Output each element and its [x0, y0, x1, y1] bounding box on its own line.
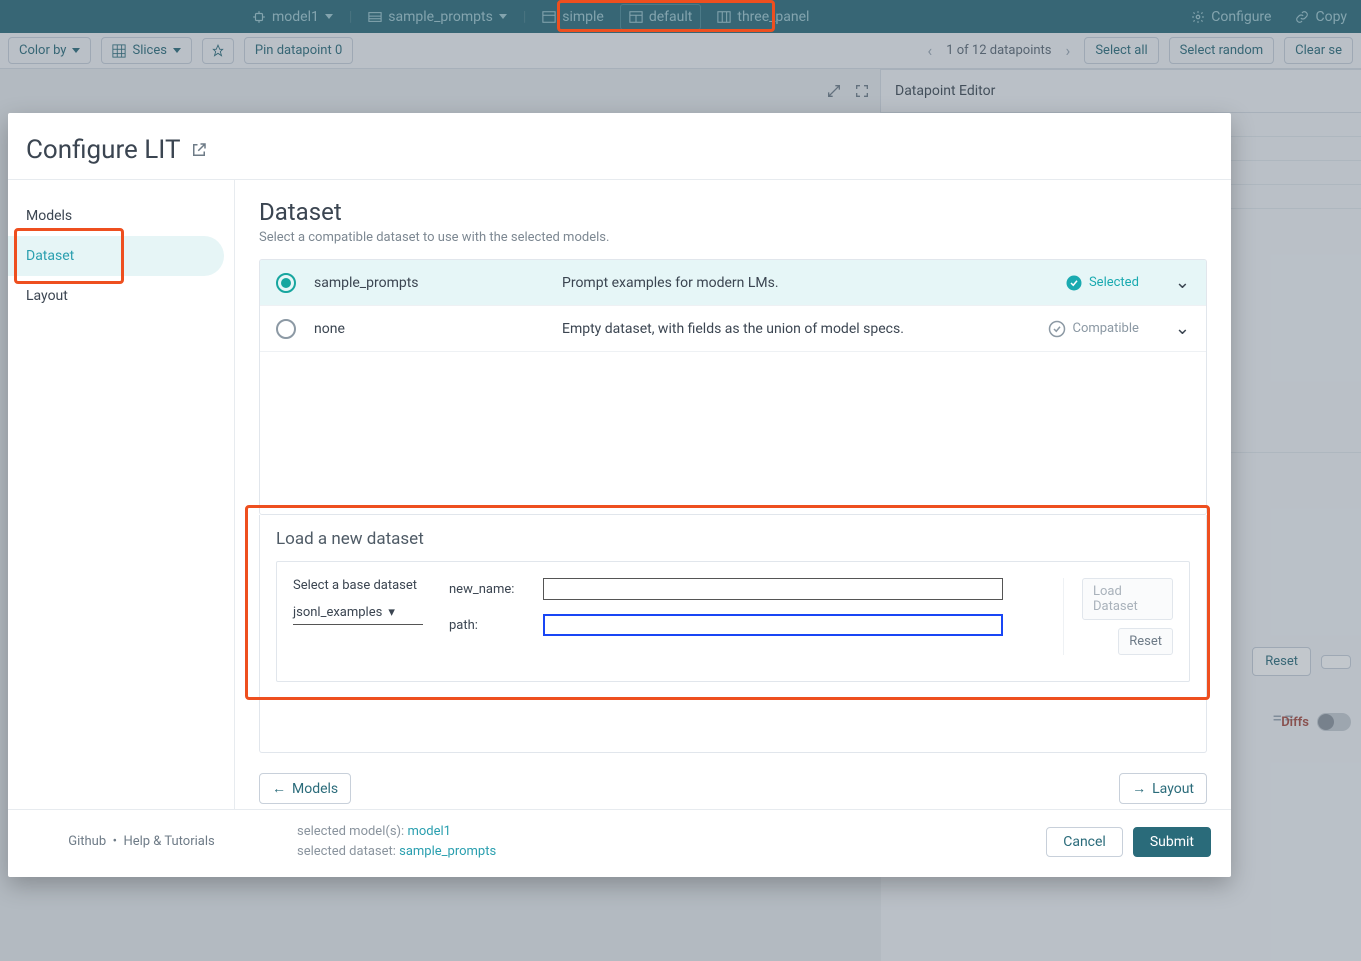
github-link[interactable]: Github — [68, 834, 106, 849]
reset-load-button[interactable]: Reset — [1118, 628, 1173, 655]
base-dataset-label: Select a base dataset — [293, 578, 423, 593]
configure-modal: Configure LIT Models Dataset Layout Data… — [8, 113, 1231, 877]
radio-selected-icon[interactable] — [276, 273, 296, 293]
sidebar-item-layout[interactable]: Layout — [8, 276, 234, 316]
modal-footer: Github • Help & Tutorials selected model… — [8, 809, 1231, 877]
footer-links: Github • Help & Tutorials — [28, 834, 255, 849]
caret-down-icon: ▾ — [388, 605, 395, 620]
load-dataset-button[interactable]: Load Dataset — [1082, 578, 1173, 620]
arrow-right-icon: → — [1132, 780, 1146, 797]
check-circle-icon — [1065, 274, 1083, 292]
open-external-icon[interactable] — [190, 141, 208, 159]
modal-nav: ← Models → Layout — [235, 761, 1231, 816]
expand-row-button[interactable]: ⌄ — [1175, 318, 1190, 339]
load-new-dataset-panel: Load a new dataset Select a base dataset… — [259, 515, 1207, 753]
path-label: path: — [449, 618, 529, 633]
help-link[interactable]: Help & Tutorials — [123, 834, 214, 849]
arrow-left-icon: ← — [272, 780, 286, 797]
dataset-row[interactable]: none Empty dataset, with fields as the u… — [260, 306, 1206, 352]
dataset-row-desc: Prompt examples for modern LMs. — [562, 275, 1047, 291]
selected-models-value: model1 — [407, 824, 451, 839]
dataset-list: sample_prompts Prompt examples for moder… — [259, 259, 1207, 515]
dataset-row-status: Compatible — [1048, 320, 1138, 338]
nav-back-button[interactable]: ← Models — [259, 773, 351, 804]
new-name-input[interactable] — [543, 578, 1003, 600]
section-title: Dataset — [259, 198, 1207, 226]
sidebar-item-dataset[interactable]: Dataset — [8, 236, 224, 276]
section-subtitle: Select a compatible dataset to use with … — [259, 230, 1207, 245]
check-circle-outline-icon — [1048, 320, 1066, 338]
path-input[interactable] — [543, 614, 1003, 636]
modal-title: Configure LIT — [8, 113, 1231, 180]
nav-forward-button[interactable]: → Layout — [1119, 773, 1207, 804]
new-name-label: new_name: — [449, 582, 529, 597]
submit-button[interactable]: Submit — [1133, 827, 1211, 857]
modal-sidebar: Models Dataset Layout — [8, 180, 235, 809]
dataset-row-name: none — [314, 321, 544, 337]
dataset-row-status: Selected — [1065, 274, 1139, 292]
selected-dataset-value: sample_prompts — [399, 844, 496, 859]
radio-unselected-icon[interactable] — [276, 319, 296, 339]
expand-row-button[interactable]: ⌄ — [1175, 272, 1190, 293]
cancel-button[interactable]: Cancel — [1046, 827, 1123, 857]
sidebar-item-models[interactable]: Models — [8, 196, 234, 236]
base-dataset-dropdown[interactable]: jsonl_examples ▾ — [293, 603, 423, 625]
footer-selection-info: selected model(s): model1 selected datas… — [273, 822, 1028, 861]
dataset-row[interactable]: sample_prompts Prompt examples for moder… — [260, 260, 1206, 306]
dataset-row-name: sample_prompts — [314, 275, 544, 291]
load-section-title: Load a new dataset — [276, 529, 1190, 549]
dataset-row-desc: Empty dataset, with fields as the union … — [562, 321, 1030, 337]
